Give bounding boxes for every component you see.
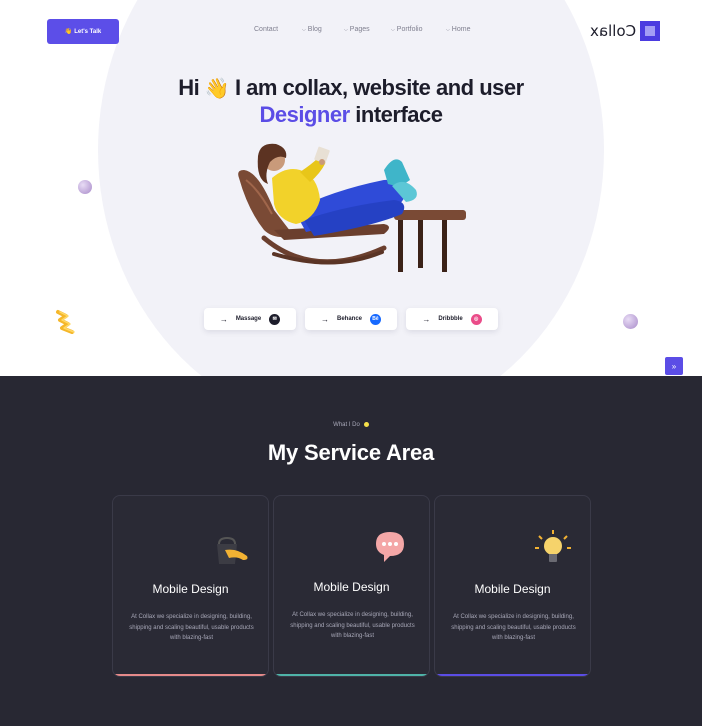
card-accent-bar (435, 674, 590, 676)
chevron-down-icon: ⌵ (446, 26, 450, 33)
card-accent-bar (113, 674, 268, 676)
double-chevron-up-icon[interactable]: » (665, 357, 683, 375)
arrow-right-icon: → (219, 314, 228, 324)
behance-icon: Bē (370, 313, 381, 325)
hero-heading-line1: Hi 👋 I am collax, website and user (0, 75, 702, 102)
nav-item-contact[interactable]: Contact (254, 26, 278, 33)
decorative-spiral-icon (56, 310, 75, 334)
behance-label: Behance (336, 316, 362, 322)
service-card[interactable]: Mobile Design At Collax we specialize in… (112, 495, 269, 677)
nav-item-label: Contact (254, 26, 279, 33)
nav-item-label: Pages (349, 26, 370, 33)
nav-item-label: Blog (307, 26, 322, 33)
hero-heading-rest: interface (355, 102, 443, 127)
service-card-desc: At Collax we specialize in designing, bu… (129, 614, 254, 641)
decorative-purple-ball (623, 314, 638, 329)
nav-item-blog[interactable]: ⌵ Blog (302, 26, 322, 33)
yellow-dot-icon (363, 422, 369, 427)
card-accent-bar (274, 674, 429, 676)
logo-text: Collax (590, 22, 637, 40)
nav-item-home[interactable]: ⌵ Home (446, 26, 470, 33)
nav-item-label: Home (451, 26, 471, 33)
services-section: What I Do My Service Area Mobile Design … (0, 376, 702, 726)
service-card[interactable]: Mobile Design At Collax we specialize in… (434, 495, 591, 677)
massage-button[interactable]: → Massage ✉ (204, 308, 296, 330)
hero-section: 👋 Let's Talk Contact ⌵ Blog ⌵ Pages ⌵ Po… (0, 0, 702, 376)
woman-in-rocking-chair-reading-illustration (238, 143, 466, 272)
service-card-title: Mobile Design (313, 580, 390, 594)
mail-icon: ✉ (269, 313, 281, 325)
waving-hand-icon: 👋 (204, 78, 230, 100)
chevron-down-icon: ⌵ (391, 26, 395, 33)
service-card-title: Mobile Design (152, 582, 229, 596)
square-logo-icon (640, 21, 661, 41)
chevron-down-icon: ⌵ (344, 26, 348, 33)
service-card[interactable]: Mobile Design At Collax we specialize in… (273, 495, 430, 677)
arrow-right-icon: → (422, 314, 431, 324)
behance-button[interactable]: → Behance Bē (305, 308, 397, 330)
brand-logo[interactable]: Collax (590, 21, 661, 41)
chat-bubble-icon (376, 532, 404, 562)
arrow-right-icon: → (320, 314, 329, 324)
hero-heading-accent: Designer (259, 102, 351, 127)
service-card-desc: At Collax we specialize in designing, bu… (451, 614, 576, 641)
paint-bucket-icon (217, 536, 248, 564)
service-card-title: Mobile Design (474, 582, 551, 596)
services-title: My Service Area (267, 440, 435, 465)
dribbble-label: Dribbble (438, 316, 463, 322)
hero-heading-suffix: I am collax, website and user (234, 75, 524, 100)
hero-heading: Hi 👋 I am collax, website and user Desig… (0, 75, 702, 128)
dribbble-icon: ◎ (470, 313, 482, 325)
decorative-purple-ball (78, 180, 92, 194)
massage-label: Massage (235, 316, 262, 322)
dribbble-button[interactable]: → Dribbble ◎ (406, 308, 498, 330)
services-eyebrow-label: What I Do (333, 422, 360, 429)
nav-item-label: Portfolio (396, 26, 423, 33)
nav-item-portfolio[interactable]: ⌵ Portfolio (391, 26, 422, 33)
services-eyebrow: What I Do (0, 422, 702, 428)
hero-heading-prefix: Hi (178, 75, 200, 100)
service-card-desc: At Collax we specialize in designing, bu… (290, 612, 415, 639)
light-bulb-icon (535, 530, 571, 562)
nav-item-pages[interactable]: ⌵ Pages (344, 26, 370, 33)
hero-heading-line2: Designer interface (0, 102, 702, 128)
chevron-down-icon: ⌵ (302, 26, 306, 33)
